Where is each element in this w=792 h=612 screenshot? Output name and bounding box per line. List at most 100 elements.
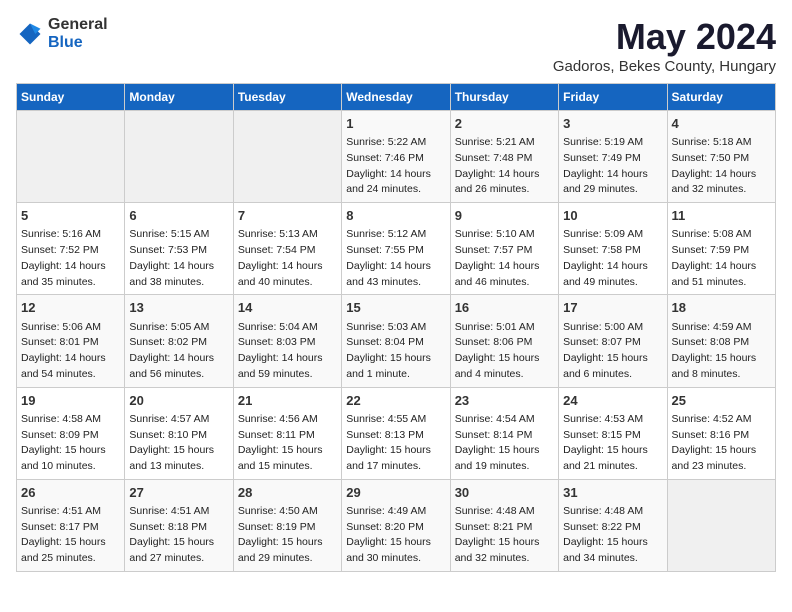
logo-blue: Blue xyxy=(48,34,83,51)
day-info: Sunrise: 5:01 AM Sunset: 8:06 PM Dayligh… xyxy=(455,320,554,383)
col-header-friday: Friday xyxy=(559,84,667,111)
calendar-cell: 17 Sunrise: 5:00 AM Sunset: 8:07 PM Dayli… xyxy=(559,295,667,387)
calendar-table: SundayMondayTuesdayWednesdayThursdayFrid… xyxy=(16,83,776,572)
day-number: 10 xyxy=(563,207,662,225)
day-number: 22 xyxy=(346,392,445,410)
logo-icon xyxy=(16,20,44,48)
calendar-cell: 19 Sunrise: 4:58 AM Sunset: 8:09 PM Dayli… xyxy=(17,387,125,479)
day-info: Sunrise: 4:56 AM Sunset: 8:11 PM Dayligh… xyxy=(238,412,337,475)
calendar-cell: 28 Sunrise: 4:50 AM Sunset: 8:19 PM Dayli… xyxy=(233,479,341,571)
day-number: 18 xyxy=(672,299,771,317)
calendar-cell: 7 Sunrise: 5:13 AM Sunset: 7:54 PM Daylig… xyxy=(233,203,341,295)
day-info: Sunrise: 5:06 AM Sunset: 8:01 PM Dayligh… xyxy=(21,320,120,383)
day-number: 11 xyxy=(672,207,771,225)
day-number: 14 xyxy=(238,299,337,317)
col-header-tuesday: Tuesday xyxy=(233,84,341,111)
day-number: 5 xyxy=(21,207,120,225)
day-info: Sunrise: 5:21 AM Sunset: 7:48 PM Dayligh… xyxy=(455,135,554,198)
day-number: 17 xyxy=(563,299,662,317)
week-row-3: 12 Sunrise: 5:06 AM Sunset: 8:01 PM Dayli… xyxy=(17,295,776,387)
calendar-cell xyxy=(667,479,775,571)
calendar-cell: 14 Sunrise: 5:04 AM Sunset: 8:03 PM Dayli… xyxy=(233,295,341,387)
day-number: 27 xyxy=(129,484,228,502)
day-info: Sunrise: 4:49 AM Sunset: 8:20 PM Dayligh… xyxy=(346,504,445,567)
col-header-wednesday: Wednesday xyxy=(342,84,450,111)
calendar-cell: 4Sunrise: 5:18 AM Sunset: 7:50 PM Daylig… xyxy=(667,111,775,203)
logo-general: General xyxy=(48,16,108,33)
day-number: 13 xyxy=(129,299,228,317)
week-row-2: 5 Sunrise: 5:16 AM Sunset: 7:52 PM Daylig… xyxy=(17,203,776,295)
title-area: May 2024 Gadoros, Bekes County, Hungary xyxy=(553,16,776,75)
week-row-5: 26Sunrise: 4:51 AM Sunset: 8:17 PM Dayli… xyxy=(17,479,776,571)
calendar-cell: 16 Sunrise: 5:01 AM Sunset: 8:06 PM Dayli… xyxy=(450,295,558,387)
day-number: 7 xyxy=(238,207,337,225)
day-info: Sunrise: 4:50 AM Sunset: 8:19 PM Dayligh… xyxy=(238,504,337,567)
main-title: May 2024 xyxy=(553,16,776,58)
calendar-cell: 18Sunrise: 4:59 AM Sunset: 8:08 PM Dayli… xyxy=(667,295,775,387)
day-info: Sunrise: 5:10 AM Sunset: 7:57 PM Dayligh… xyxy=(455,227,554,290)
day-number: 8 xyxy=(346,207,445,225)
day-number: 16 xyxy=(455,299,554,317)
col-header-thursday: Thursday xyxy=(450,84,558,111)
calendar-cell: 2 Sunrise: 5:21 AM Sunset: 7:48 PM Daylig… xyxy=(450,111,558,203)
calendar-cell: 30 Sunrise: 4:48 AM Sunset: 8:21 PM Dayli… xyxy=(450,479,558,571)
day-info: Sunrise: 5:15 AM Sunset: 7:53 PM Dayligh… xyxy=(129,227,228,290)
header: General Blue May 2024 Gadoros, Bekes Cou… xyxy=(16,16,776,75)
day-number: 3 xyxy=(563,115,662,133)
day-info: Sunrise: 4:53 AM Sunset: 8:15 PM Dayligh… xyxy=(563,412,662,475)
calendar-cell: 31Sunrise: 4:48 AM Sunset: 8:22 PM Dayli… xyxy=(559,479,667,571)
calendar-cell xyxy=(125,111,233,203)
day-number: 23 xyxy=(455,392,554,410)
day-number: 6 xyxy=(129,207,228,225)
day-number: 26 xyxy=(21,484,120,502)
day-number: 2 xyxy=(455,115,554,133)
day-number: 12 xyxy=(21,299,120,317)
col-header-sunday: Sunday xyxy=(17,84,125,111)
calendar-cell: 29 Sunrise: 4:49 AM Sunset: 8:20 PM Dayli… xyxy=(342,479,450,571)
calendar-cell: 20Sunrise: 4:57 AM Sunset: 8:10 PM Dayli… xyxy=(125,387,233,479)
day-info: Sunrise: 5:12 AM Sunset: 7:55 PM Dayligh… xyxy=(346,227,445,290)
day-info: Sunrise: 5:13 AM Sunset: 7:54 PM Dayligh… xyxy=(238,227,337,290)
day-number: 19 xyxy=(21,392,120,410)
day-info: Sunrise: 5:05 AM Sunset: 8:02 PM Dayligh… xyxy=(129,320,228,383)
calendar-cell: 6 Sunrise: 5:15 AM Sunset: 7:53 PM Daylig… xyxy=(125,203,233,295)
col-header-monday: Monday xyxy=(125,84,233,111)
week-row-4: 19 Sunrise: 4:58 AM Sunset: 8:09 PM Dayli… xyxy=(17,387,776,479)
calendar-cell: 11 Sunrise: 5:08 AM Sunset: 7:59 PM Dayli… xyxy=(667,203,775,295)
day-info: Sunrise: 4:51 AM Sunset: 8:18 PM Dayligh… xyxy=(129,504,228,567)
calendar-cell xyxy=(233,111,341,203)
day-number: 25 xyxy=(672,392,771,410)
day-info: Sunrise: 4:54 AM Sunset: 8:14 PM Dayligh… xyxy=(455,412,554,475)
day-info: Sunrise: 5:18 AM Sunset: 7:50 PM Dayligh… xyxy=(672,135,771,198)
day-info: Sunrise: 5:04 AM Sunset: 8:03 PM Dayligh… xyxy=(238,320,337,383)
calendar-cell: 1Sunrise: 5:22 AM Sunset: 7:46 PM Daylig… xyxy=(342,111,450,203)
day-info: Sunrise: 4:52 AM Sunset: 8:16 PM Dayligh… xyxy=(672,412,771,475)
calendar-cell: 26Sunrise: 4:51 AM Sunset: 8:17 PM Dayli… xyxy=(17,479,125,571)
day-number: 28 xyxy=(238,484,337,502)
day-info: Sunrise: 4:55 AM Sunset: 8:13 PM Dayligh… xyxy=(346,412,445,475)
calendar-cell: 13 Sunrise: 5:05 AM Sunset: 8:02 PM Dayli… xyxy=(125,295,233,387)
day-info: Sunrise: 4:48 AM Sunset: 8:21 PM Dayligh… xyxy=(455,504,554,567)
calendar-cell: 24 Sunrise: 4:53 AM Sunset: 8:15 PM Dayli… xyxy=(559,387,667,479)
calendar-cell: 25 Sunrise: 4:52 AM Sunset: 8:16 PM Dayli… xyxy=(667,387,775,479)
day-info: Sunrise: 5:19 AM Sunset: 7:49 PM Dayligh… xyxy=(563,135,662,198)
day-number: 29 xyxy=(346,484,445,502)
day-info: Sunrise: 4:48 AM Sunset: 8:22 PM Dayligh… xyxy=(563,504,662,567)
day-number: 20 xyxy=(129,392,228,410)
day-number: 9 xyxy=(455,207,554,225)
day-info: Sunrise: 4:58 AM Sunset: 8:09 PM Dayligh… xyxy=(21,412,120,475)
calendar-cell xyxy=(17,111,125,203)
day-number: 30 xyxy=(455,484,554,502)
logo: General Blue xyxy=(16,16,108,52)
calendar-cell: 5 Sunrise: 5:16 AM Sunset: 7:52 PM Daylig… xyxy=(17,203,125,295)
day-info: Sunrise: 5:08 AM Sunset: 7:59 PM Dayligh… xyxy=(672,227,771,290)
col-header-saturday: Saturday xyxy=(667,84,775,111)
day-info: Sunrise: 5:00 AM Sunset: 8:07 PM Dayligh… xyxy=(563,320,662,383)
day-info: Sunrise: 5:22 AM Sunset: 7:46 PM Dayligh… xyxy=(346,135,445,198)
day-info: Sunrise: 5:16 AM Sunset: 7:52 PM Dayligh… xyxy=(21,227,120,290)
subtitle: Gadoros, Bekes County, Hungary xyxy=(553,58,776,75)
day-number: 24 xyxy=(563,392,662,410)
calendar-cell: 3 Sunrise: 5:19 AM Sunset: 7:49 PM Daylig… xyxy=(559,111,667,203)
calendar-cell: 27 Sunrise: 4:51 AM Sunset: 8:18 PM Dayli… xyxy=(125,479,233,571)
calendar-cell: 12 Sunrise: 5:06 AM Sunset: 8:01 PM Dayli… xyxy=(17,295,125,387)
